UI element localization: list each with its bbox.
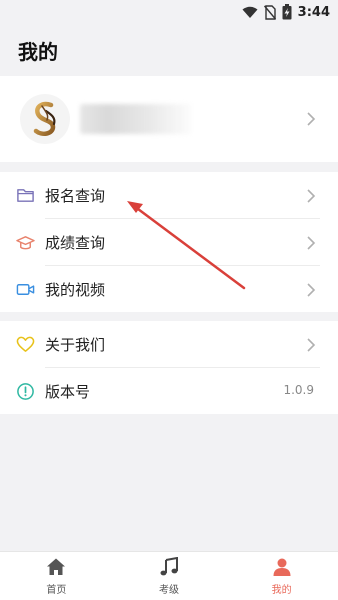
menu-item-label: 成绩查询 (45, 234, 106, 252)
folder-icon (17, 189, 34, 202)
menu-item-registration-query[interactable]: 报名查询 (0, 172, 338, 219)
menu-item-label: 我的视频 (45, 281, 106, 299)
menu-item-my-videos[interactable]: 我的视频 (0, 266, 338, 313)
status-icons: 3:44 (242, 3, 330, 21)
avatar[interactable] (20, 94, 70, 144)
status-time: 3:44 (297, 4, 330, 20)
tab-label: 首页 (46, 585, 67, 596)
video-camera-icon (16, 284, 35, 295)
tab-home[interactable]: 首页 (0, 552, 113, 600)
battery-charging-icon (282, 4, 292, 20)
heart-icon (16, 336, 35, 352)
home-icon (47, 558, 66, 575)
menu-group-primary: 报名查询 成绩查询 我的视频 (0, 172, 338, 312)
status-bar: 3:44 (0, 0, 338, 24)
page-title: 我的 (18, 40, 58, 64)
info-icon (17, 383, 34, 400)
chevron-right-icon (307, 189, 316, 203)
wifi-icon (242, 6, 258, 18)
chevron-right-icon (307, 338, 316, 352)
menu-item-label: 版本号 (45, 383, 91, 401)
tab-label: 我的 (271, 585, 292, 596)
tab-label: 考级 (159, 585, 179, 596)
redacted-username (80, 104, 192, 134)
menu-item-version[interactable]: 版本号 1.0.9 (0, 368, 338, 415)
tab-mine[interactable]: 我的 (225, 552, 338, 600)
chevron-right-icon (307, 283, 316, 297)
profile-card[interactable] (0, 76, 338, 162)
person-icon (273, 558, 291, 576)
version-number: 1.0.9 (283, 383, 314, 397)
music-note-icon (160, 557, 178, 576)
no-sim-icon (263, 4, 276, 20)
tab-exam-level[interactable]: 考级 (113, 552, 226, 600)
graduation-cap-icon (16, 236, 35, 250)
brand-logo-icon (33, 101, 56, 137)
chevron-right-icon (307, 112, 316, 126)
menu-group-secondary: 关于我们 版本号 1.0.9 (0, 321, 338, 414)
menu-item-score-query[interactable]: 成绩查询 (0, 219, 338, 266)
chevron-right-icon (307, 236, 316, 250)
menu-item-label: 关于我们 (45, 336, 106, 354)
bottom-tab-bar: 首页 考级 我的 (0, 551, 338, 600)
menu-item-label: 报名查询 (45, 187, 106, 205)
menu-item-about-us[interactable]: 关于我们 (0, 321, 338, 368)
